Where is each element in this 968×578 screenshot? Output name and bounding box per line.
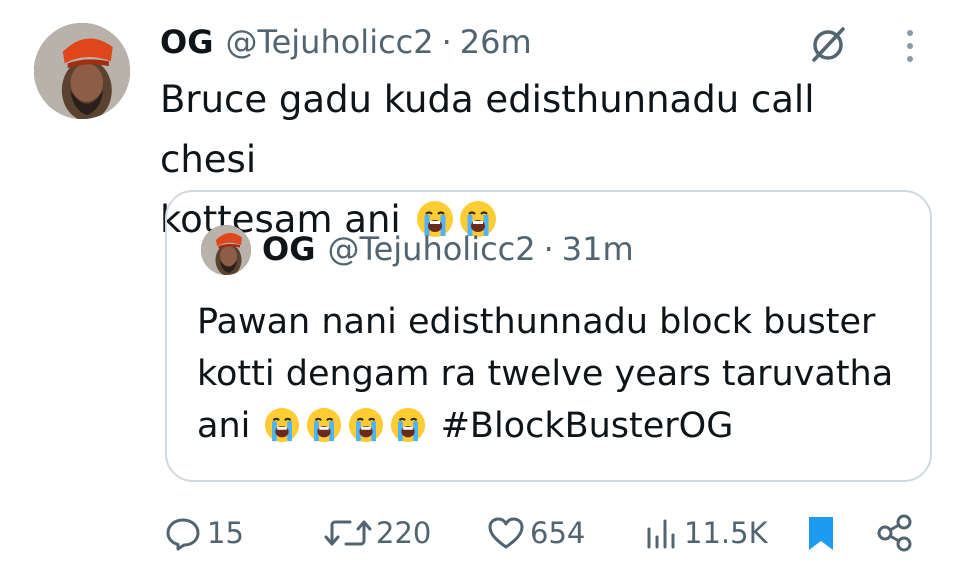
grok-icon[interactable] (806, 22, 850, 66)
views-button[interactable]: 11.5K (644, 508, 768, 558)
tweet-header: OG @Tejuholicc2 · 26m (160, 20, 532, 64)
more-vertical-icon[interactable] (902, 26, 918, 66)
loudly-crying-face-icon (305, 406, 343, 444)
reply-button[interactable]: 15 (163, 508, 244, 558)
bookmark-button[interactable] (803, 508, 839, 558)
action-bar: 15 220 654 11.5K (0, 508, 968, 558)
retweet-icon (324, 513, 372, 553)
separator: · (543, 230, 554, 268)
hashtag-link[interactable]: #BlockBusterOG (429, 406, 734, 446)
share-button[interactable] (875, 508, 915, 558)
quoted-timestamp[interactable]: 31m (562, 230, 634, 268)
loudly-crying-face-icon (389, 406, 427, 444)
heart-icon (486, 513, 526, 553)
quoted-text: Pawan nani edisthunnadu block buster kot… (197, 296, 907, 452)
reply-icon (163, 513, 203, 553)
separator: · (441, 23, 452, 61)
retweet-button[interactable]: 220 (324, 508, 431, 558)
retweet-count: 220 (376, 516, 432, 550)
author-name[interactable]: OG (160, 23, 213, 61)
avatar[interactable] (34, 23, 130, 119)
quoted-avatar[interactable] (201, 225, 251, 275)
bookmark-icon (803, 513, 839, 553)
loudly-crying-face-icon (347, 406, 385, 444)
reply-count: 15 (207, 516, 244, 550)
views-count: 11.5K (684, 516, 768, 550)
quoted-author-handle[interactable]: @Tejuholicc2 (327, 230, 535, 268)
like-button[interactable]: 654 (486, 508, 585, 558)
quoted-author-name[interactable]: OG (262, 230, 315, 268)
loudly-crying-face-icon (263, 406, 301, 444)
timestamp[interactable]: 26m (460, 23, 532, 61)
share-icon (875, 513, 915, 553)
views-icon (644, 513, 680, 553)
like-count: 654 (530, 516, 586, 550)
tweet[interactable]: OG @Tejuholicc2 · 26m Bruce gadu kuda ed… (0, 0, 968, 578)
quoted-tweet[interactable]: OG @Tejuholicc2 · 31m Pawan nani edisthu… (165, 190, 932, 482)
author-handle[interactable]: @Tejuholicc2 (225, 23, 433, 61)
quoted-header: OG @Tejuholicc2 · 31m (262, 226, 634, 272)
